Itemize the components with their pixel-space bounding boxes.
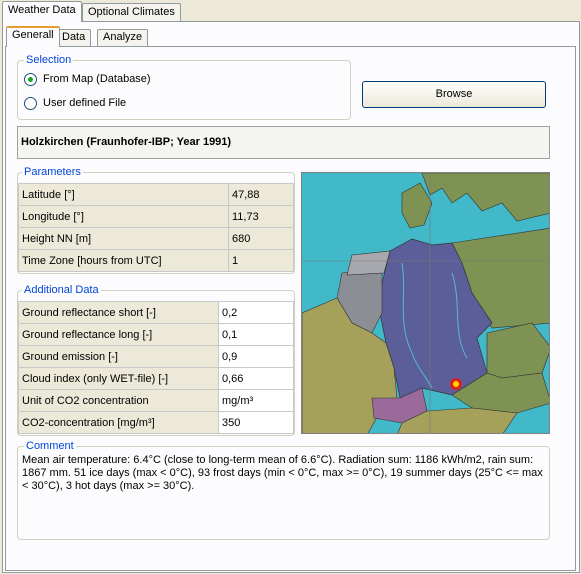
additional-value-input[interactable]: 0,1 xyxy=(218,323,294,346)
tab-weather-data[interactable]: Weather Data xyxy=(2,1,82,22)
additional-name: CO2-concentration [mg/m³] xyxy=(18,411,219,434)
additional-value-input[interactable]: mg/m³ xyxy=(218,389,294,412)
table-row: Latitude [°] 47,88 xyxy=(18,183,294,206)
table-row: Unit of CO2 concentration mg/m³ xyxy=(18,389,294,412)
additional-value-input[interactable]: 0,9 xyxy=(218,345,294,368)
additional-name: Unit of CO2 concentration xyxy=(18,389,219,412)
param-name: Longitude [°] xyxy=(18,205,229,228)
comment-label: Comment xyxy=(24,440,76,452)
location-title: Holzkirchen (Fraunhofer-IBP; Year 1991) xyxy=(17,126,550,159)
table-row: Ground emission [-] 0,9 xyxy=(18,345,294,368)
parameters-table: Latitude [°] 47,88 Longitude [°] 11,73 H… xyxy=(18,183,294,272)
param-name: Height NN [m] xyxy=(18,227,229,250)
location-map[interactable] xyxy=(301,172,550,434)
additional-name: Ground reflectance short [-] xyxy=(18,301,219,324)
comment-text: Mean air temperature: 6.4°C (close to lo… xyxy=(22,454,543,492)
table-row: Ground reflectance long [-] 0,1 xyxy=(18,323,294,346)
table-row: Longitude [°] 11,73 xyxy=(18,205,294,228)
additional-value-input[interactable]: 350 xyxy=(218,411,294,434)
param-name: Time Zone [hours from UTC] xyxy=(18,249,229,272)
map-graphic xyxy=(302,173,549,433)
table-row: Time Zone [hours from UTC] 1 xyxy=(18,249,294,272)
user-file-radio[interactable] xyxy=(24,97,37,110)
browse-button[interactable]: Browse xyxy=(362,81,546,108)
from-map-label[interactable]: From Map (Database) xyxy=(43,73,151,85)
additional-name: Ground emission [-] xyxy=(18,345,219,368)
tab-data[interactable]: Data xyxy=(56,29,92,47)
table-row: Cloud index (only WET-file) [-] 0,66 xyxy=(18,367,294,390)
parameters-label: Parameters xyxy=(22,166,83,178)
table-row: Height NN [m] 680 xyxy=(18,227,294,250)
selection-label: Selection xyxy=(24,54,74,66)
table-row: CO2-concentration [mg/m³] 350 xyxy=(18,411,294,434)
selection-group xyxy=(17,60,351,120)
param-value: 680 xyxy=(228,227,294,250)
additional-value-input[interactable]: 0,2 xyxy=(218,301,294,324)
tab-generall[interactable]: Generall xyxy=(6,26,60,47)
additional-data-label: Additional Data xyxy=(22,284,101,296)
param-value: 47,88 xyxy=(228,183,294,206)
tab-analyze[interactable]: Analyze xyxy=(97,29,149,47)
param-name: Latitude [°] xyxy=(18,183,229,206)
additional-name: Cloud index (only WET-file) [-] xyxy=(18,367,219,390)
additional-name: Ground reflectance long [-] xyxy=(18,323,219,346)
additional-value-input[interactable]: 0,66 xyxy=(218,367,294,390)
additional-data-table: Ground reflectance short [-] 0,2 Ground … xyxy=(18,301,294,434)
user-file-label[interactable]: User defined File xyxy=(43,97,126,109)
param-value: 1 xyxy=(228,249,294,272)
param-value: 11,73 xyxy=(228,205,294,228)
table-row: Ground reflectance short [-] 0,2 xyxy=(18,301,294,324)
from-map-radio[interactable] xyxy=(24,73,37,86)
tab-optional-climates[interactable]: Optional Climates xyxy=(82,3,181,22)
